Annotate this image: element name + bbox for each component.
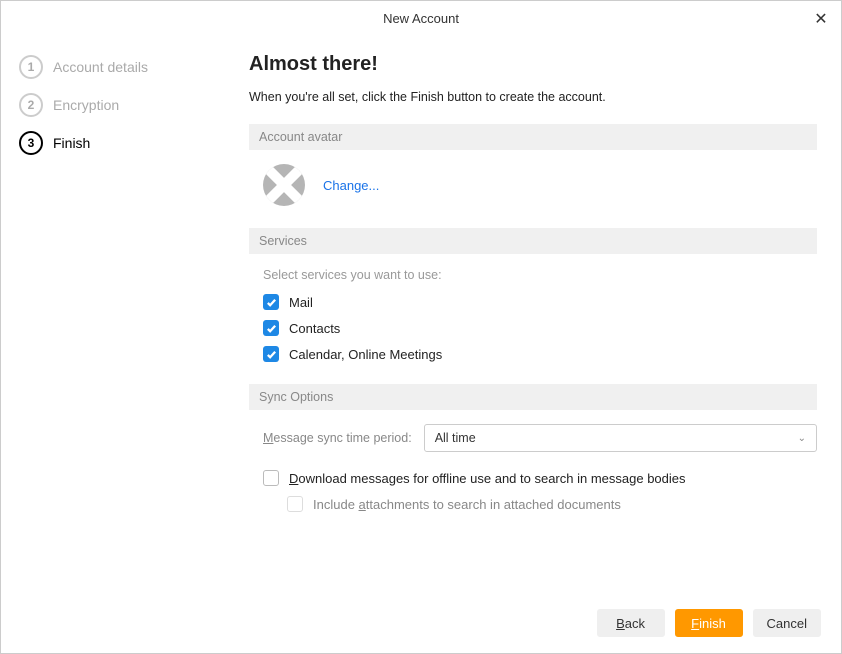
service-contacts-row[interactable]: Contacts <box>249 320 817 336</box>
services-block: Select services you want to use: Mail Co… <box>249 268 817 362</box>
step-number: 3 <box>19 131 43 155</box>
service-calendar-row[interactable]: Calendar, Online Meetings <box>249 346 817 362</box>
checkbox-calendar[interactable] <box>263 346 279 362</box>
step-label: Finish <box>53 135 90 151</box>
close-button[interactable]: ✕ <box>809 7 833 31</box>
checkbox-mail[interactable] <box>263 294 279 310</box>
wizard-steps-sidebar: 1 Account details 2 Encryption 3 Finish <box>1 37 241 597</box>
step-label: Account details <box>53 59 148 75</box>
services-hint: Select services you want to use: <box>249 268 817 282</box>
section-header-sync: Sync Options <box>249 384 817 410</box>
step-number: 1 <box>19 55 43 79</box>
select-value: All time <box>435 431 476 445</box>
title-bar: New Account ✕ <box>1 1 841 37</box>
step-account-details: 1 Account details <box>19 55 225 79</box>
checkbox-label: Mail <box>289 295 313 310</box>
step-encryption: 2 Encryption <box>19 93 225 117</box>
checkbox-label: Download messages for offline use and to… <box>289 471 686 486</box>
step-number: 2 <box>19 93 43 117</box>
wizard-content: Almost there! When you're all set, click… <box>241 37 841 597</box>
checkbox-label: Include attachments to search in attache… <box>313 497 621 512</box>
change-avatar-link[interactable]: Change... <box>323 178 379 193</box>
chevron-down-icon: ⌄ <box>798 433 806 444</box>
checkbox-contacts[interactable] <box>263 320 279 336</box>
checkbox-label: Calendar, Online Meetings <box>289 347 442 362</box>
section-header-avatar: Account avatar <box>249 124 817 150</box>
section-header-services: Services <box>249 228 817 254</box>
checkbox-label: Contacts <box>289 321 340 336</box>
checkbox-include-attachments <box>287 496 303 512</box>
page-heading: Almost there! <box>249 53 817 76</box>
check-icon <box>266 297 277 308</box>
check-icon <box>266 349 277 360</box>
sync-period-label: Message sync time period: <box>263 431 412 445</box>
check-icon <box>266 323 277 334</box>
new-account-dialog: New Account ✕ 1 Account details 2 Encryp… <box>0 0 842 654</box>
avatar-row: Change... <box>249 164 817 206</box>
dialog-title: New Account <box>383 11 459 26</box>
dialog-body: 1 Account details 2 Encryption 3 Finish … <box>1 37 841 597</box>
avatar-placeholder-icon <box>263 164 305 206</box>
service-mail-row[interactable]: Mail <box>249 294 817 310</box>
page-subheading: When you're all set, click the Finish bu… <box>249 90 817 104</box>
sync-period-select[interactable]: All time ⌄ <box>424 424 817 452</box>
include-attachments-row: Include attachments to search in attache… <box>249 496 817 512</box>
step-finish: 3 Finish <box>19 131 225 155</box>
sync-block: Message sync time period: All time ⌄ Dow… <box>249 424 817 512</box>
sync-period-row: Message sync time period: All time ⌄ <box>249 424 817 452</box>
download-offline-row[interactable]: Download messages for offline use and to… <box>249 470 817 486</box>
checkbox-download-offline[interactable] <box>263 470 279 486</box>
step-label: Encryption <box>53 97 119 113</box>
dialog-footer: Back Finish Cancel <box>1 597 841 653</box>
cancel-button[interactable]: Cancel <box>753 609 821 637</box>
back-button[interactable]: Back <box>597 609 665 637</box>
finish-button[interactable]: Finish <box>675 609 743 637</box>
close-icon: ✕ <box>814 9 827 29</box>
